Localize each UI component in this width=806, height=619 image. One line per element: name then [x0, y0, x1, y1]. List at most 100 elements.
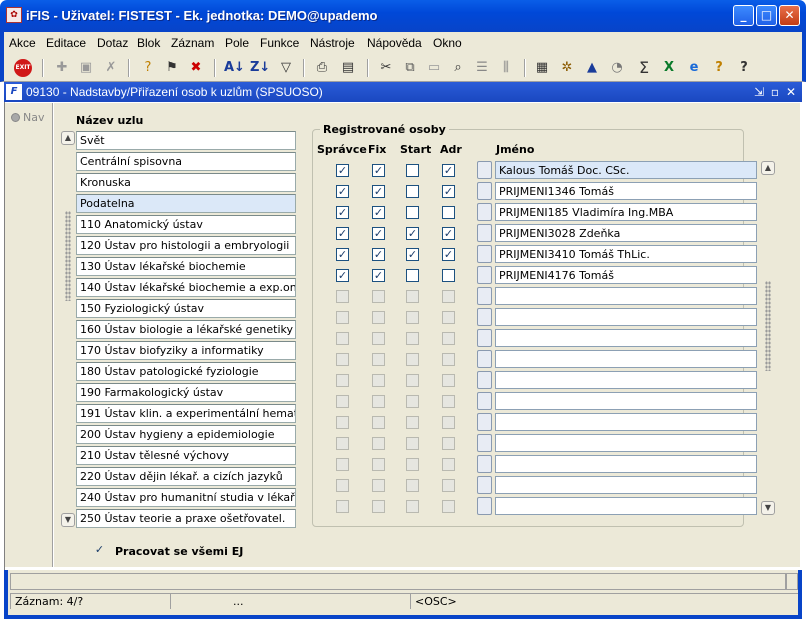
- person-name-field[interactable]: [495, 308, 757, 326]
- checkbox-fix[interactable]: ✓: [372, 248, 385, 261]
- person-name-field[interactable]: [495, 371, 757, 389]
- node-scroll-thumb[interactable]: [65, 211, 71, 301]
- menu-blok[interactable]: Blok: [137, 36, 160, 50]
- persons-scroll-down-button[interactable]: ▼: [761, 501, 775, 515]
- cut-icon[interactable]: ✂: [376, 58, 396, 78]
- clock-icon[interactable]: ◔: [607, 58, 627, 78]
- person-name-field[interactable]: [495, 497, 757, 515]
- columns-icon[interactable]: ⫼: [496, 58, 516, 78]
- sum-icon[interactable]: Σ: [634, 58, 654, 78]
- checkbox-fix[interactable]: ✓: [372, 206, 385, 219]
- settings-icon[interactable]: ✲: [557, 58, 577, 78]
- checkbox-fix[interactable]: [372, 374, 385, 387]
- checkbox-fix[interactable]: [372, 416, 385, 429]
- checkbox-start[interactable]: ✓: [406, 227, 419, 240]
- checkbox-start[interactable]: ✓: [406, 248, 419, 261]
- excel-icon[interactable]: X: [659, 58, 679, 78]
- browser-icon[interactable]: e: [684, 58, 704, 78]
- node-item[interactable]: 180 Ústav patologické fyziologie: [76, 362, 296, 381]
- checkbox-adr[interactable]: ✓: [442, 164, 455, 177]
- row-selector-button[interactable]: [477, 266, 492, 284]
- row-selector-button[interactable]: [477, 497, 492, 515]
- persons-scroll-thumb[interactable]: [765, 281, 771, 371]
- exit-icon[interactable]: EXIT: [14, 59, 32, 77]
- menu-nastroje[interactable]: Nástroje: [310, 36, 355, 50]
- menu-funkce[interactable]: Funkce: [260, 36, 299, 50]
- checkbox-fix[interactable]: ✓: [372, 227, 385, 240]
- checkbox-adr[interactable]: [442, 416, 455, 429]
- person-name-field[interactable]: [495, 413, 757, 431]
- checkbox-fix[interactable]: [372, 437, 385, 450]
- person-name-field[interactable]: [495, 287, 757, 305]
- checkbox-fix[interactable]: ✓: [372, 269, 385, 282]
- query-execute-icon[interactable]: ⚑: [162, 58, 182, 78]
- node-item[interactable]: 240 Ústav pro humanitní studia v lékař: [76, 488, 296, 507]
- node-item[interactable]: 120 Ústav pro histologii a embryologii: [76, 236, 296, 255]
- checkbox-spravce[interactable]: ✓: [336, 227, 349, 240]
- node-item[interactable]: 110 Anatomický ústav: [76, 215, 296, 234]
- checkbox-start[interactable]: [406, 206, 419, 219]
- checkbox-fix[interactable]: [372, 353, 385, 366]
- node-item[interactable]: 140 Ústav lékařské biochemie a exp.onkol…: [76, 278, 296, 297]
- persons-scrollbar[interactable]: ▲ ▼: [761, 161, 775, 515]
- delete-icon[interactable]: ✗: [101, 58, 121, 78]
- checkbox-spravce[interactable]: [336, 500, 349, 513]
- checkbox-spravce[interactable]: ✓: [336, 185, 349, 198]
- person-name-field[interactable]: PRIJMENI3028 Zdeňka: [495, 224, 757, 242]
- checkbox-start[interactable]: [406, 353, 419, 366]
- menu-okno[interactable]: Okno: [433, 36, 462, 50]
- form-minimize-button[interactable]: ⇲: [752, 84, 766, 100]
- person-name-field[interactable]: Kalous Tomáš Doc. CSc.: [495, 161, 757, 179]
- person-name-field[interactable]: [495, 350, 757, 368]
- checkbox-spravce[interactable]: [336, 290, 349, 303]
- checkbox-spravce[interactable]: [336, 395, 349, 408]
- person-name-field[interactable]: [495, 455, 757, 473]
- checkbox-adr[interactable]: [442, 500, 455, 513]
- sort-desc-icon[interactable]: Z↓: [250, 58, 270, 78]
- row-selector-button[interactable]: [477, 476, 492, 494]
- all-units-checkbox[interactable]: ✓: [93, 543, 106, 556]
- checkbox-adr[interactable]: [442, 206, 455, 219]
- checkbox-adr[interactable]: [442, 479, 455, 492]
- checkbox-adr[interactable]: [442, 437, 455, 450]
- node-item[interactable]: 160 Ústav biologie a lékařské genetiky: [76, 320, 296, 339]
- chart-icon[interactable]: ▲: [582, 58, 602, 78]
- node-item[interactable]: 210 Ústav tělesné výchovy: [76, 446, 296, 465]
- row-selector-button[interactable]: [477, 245, 492, 263]
- menu-pole[interactable]: Pole: [225, 36, 249, 50]
- person-name-field[interactable]: [495, 329, 757, 347]
- print-icon[interactable]: ⎙: [312, 58, 332, 78]
- checkbox-spravce[interactable]: ✓: [336, 206, 349, 219]
- minimize-button[interactable]: _: [733, 5, 754, 26]
- insert-record-icon[interactable]: ✚: [52, 58, 72, 78]
- checkbox-adr[interactable]: [442, 269, 455, 282]
- checkbox-fix[interactable]: ✓: [372, 164, 385, 177]
- node-scroll-down-button[interactable]: ▼: [61, 513, 75, 527]
- checkbox-adr[interactable]: [442, 311, 455, 324]
- checkbox-fix[interactable]: [372, 290, 385, 303]
- checkbox-start[interactable]: [406, 185, 419, 198]
- checkbox-adr[interactable]: ✓: [442, 227, 455, 240]
- row-selector-button[interactable]: [477, 413, 492, 431]
- node-item[interactable]: 191 Ústav klin. a experimentální hematol…: [76, 404, 296, 423]
- checkbox-adr[interactable]: [442, 458, 455, 471]
- row-selector-button[interactable]: [477, 224, 492, 242]
- help-question-icon[interactable]: ?: [734, 58, 754, 78]
- sort-asc-icon[interactable]: A↓: [224, 58, 245, 78]
- menu-editace[interactable]: Editace: [46, 36, 86, 50]
- node-item[interactable]: Svět: [76, 131, 296, 150]
- menu-dotaz[interactable]: Dotaz: [97, 36, 128, 50]
- checkbox-fix[interactable]: ✓: [372, 185, 385, 198]
- row-selector-button[interactable]: [477, 392, 492, 410]
- query-enter-icon[interactable]: ?: [138, 58, 158, 78]
- person-name-field[interactable]: PRIJMENI1346 Tomáš: [495, 182, 757, 200]
- checkbox-start[interactable]: [406, 311, 419, 324]
- person-name-field[interactable]: [495, 476, 757, 494]
- checkbox-fix[interactable]: [372, 311, 385, 324]
- close-button[interactable]: ✕: [779, 5, 800, 26]
- checkbox-fix[interactable]: [372, 479, 385, 492]
- node-list-scrollbar[interactable]: ▲ ▼: [61, 131, 75, 528]
- checkbox-fix[interactable]: [372, 458, 385, 471]
- person-name-field[interactable]: PRIJMENI185 Vladimíra Ing.MBA: [495, 203, 757, 221]
- checkbox-spravce[interactable]: [336, 332, 349, 345]
